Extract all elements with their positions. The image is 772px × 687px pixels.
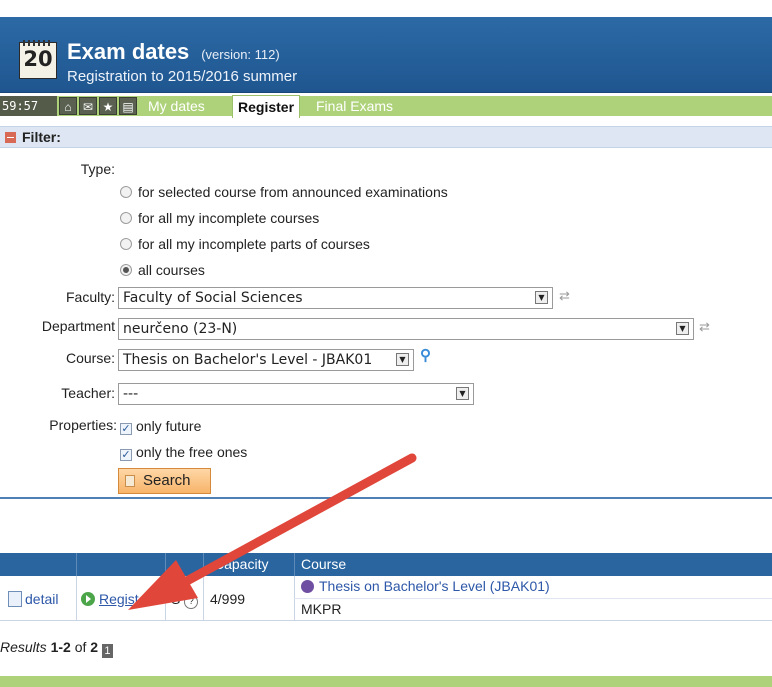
search-button[interactable]: Search (118, 468, 211, 494)
chevron-down-icon[interactable]: ▼ (456, 387, 469, 400)
radio-label: for selected course from announced exami… (138, 184, 448, 200)
department-label: Department (41, 318, 115, 334)
calendar-icon: 20 (19, 40, 57, 79)
course-link[interactable]: Thesis on Bachelor's Level (JBAK01) (319, 578, 550, 594)
page-title-text: Exam dates (67, 39, 190, 64)
chevron-down-icon[interactable]: ▼ (535, 291, 548, 304)
column-course[interactable]: Course (301, 553, 346, 576)
tab-register[interactable]: Register (232, 95, 301, 118)
course-label: Course: (65, 350, 115, 366)
checkbox-checked[interactable]: ✓ (120, 423, 132, 435)
radio-label: for all my incomplete parts of courses (138, 236, 370, 252)
checkbox-label: only future (136, 418, 202, 434)
filter-header[interactable]: Filter: (0, 126, 772, 148)
page-button[interactable]: 1 (101, 644, 113, 658)
course-cell: Thesis on Bachelor's Level (JBAK01) (301, 578, 550, 594)
radio-label: for all my incomplete courses (138, 210, 320, 226)
register-link-text[interactable]: Register (99, 591, 151, 607)
properties-label: Properties: (49, 417, 117, 433)
results-summary: Results 1-2 of 2 1 (0, 639, 113, 658)
register-link[interactable]: Register (81, 591, 151, 607)
faculty-select[interactable]: Faculty of Social Sciences ▼ (118, 287, 553, 309)
page-title: Exam dates (version: 112) (67, 39, 280, 65)
teacher-select[interactable]: --- ▼ (118, 383, 474, 405)
radio-button[interactable] (120, 238, 132, 250)
checkbox-checked[interactable]: ✓ (120, 449, 132, 461)
detail-link[interactable]: detail (8, 591, 58, 607)
exam-type: S ? (171, 591, 199, 609)
print-icon[interactable]: ▤ (119, 97, 137, 115)
type-option-incomplete-courses[interactable]: for all my incomplete courses (120, 210, 319, 226)
only-free-checkbox-row[interactable]: ✓ only the free ones (120, 444, 247, 461)
star-icon[interactable]: ★ (99, 97, 117, 115)
column-capacity[interactable]: Capacity (214, 553, 268, 576)
exam-type-text: S (171, 591, 181, 607)
calendar-day: 20 (23, 47, 53, 71)
course-group: MKPR (301, 601, 342, 617)
results-range: 1-2 (50, 639, 71, 655)
page-subtitle: Registration to 2015/2016 summer (67, 68, 298, 85)
bottom-bar (0, 676, 772, 687)
tab-bar: 59:57 ⌂ ✉ ★ ▤ My dates Register Final Ex… (0, 95, 772, 118)
swap-icon[interactable]: ⇄ (559, 288, 570, 304)
type-option-selected-course[interactable]: for selected course from announced exami… (120, 184, 448, 200)
home-icon[interactable]: ⌂ (59, 97, 77, 115)
results-of: of (74, 639, 87, 655)
chevron-down-icon[interactable]: ▼ (676, 322, 689, 335)
results-table-header: Capacity Course (0, 553, 772, 576)
capacity-value: 4/999 (210, 591, 246, 607)
faculty-value: Faculty of Social Sciences (123, 290, 303, 306)
filter-title: Filter: (22, 129, 61, 145)
course-value: Thesis on Bachelor's Level - JBAK01 (123, 352, 373, 368)
type-option-incomplete-parts[interactable]: for all my incomplete parts of courses (120, 236, 370, 252)
chevron-down-icon[interactable]: ▼ (396, 353, 409, 366)
teacher-value: --- (123, 386, 139, 402)
version-label: (version: 112) (201, 47, 280, 62)
collapse-icon[interactable] (5, 132, 16, 143)
document-icon (8, 591, 22, 607)
results-total: 2 (90, 639, 99, 655)
search-button-icon (125, 475, 135, 487)
radio-button-selected[interactable] (120, 264, 132, 276)
find-course-icon[interactable]: ⚲ (420, 346, 431, 364)
go-icon (81, 592, 95, 606)
radio-label: all courses (138, 262, 205, 278)
department-value: neurčeno (23-N) (123, 321, 238, 337)
app-header: 20 Exam dates (version: 112) Registratio… (0, 17, 772, 93)
tab-final-exams[interactable]: Final Exams (311, 96, 398, 116)
mail-icon[interactable]: ✉ (79, 97, 97, 115)
teacher-label: Teacher: (61, 385, 115, 401)
search-button-label: Search (143, 472, 191, 489)
section-divider (0, 497, 772, 499)
faculty-label: Faculty: (65, 289, 115, 305)
help-icon[interactable]: ? (184, 595, 199, 609)
course-select[interactable]: Thesis on Bachelor's Level - JBAK01 ▼ (118, 349, 414, 371)
checkbox-label: only the free ones (136, 444, 248, 460)
results-prefix: Results (0, 639, 47, 655)
department-select[interactable]: neurčeno (23-N) ▼ (118, 318, 694, 340)
only-future-checkbox-row[interactable]: ✓ only future (120, 418, 201, 435)
swap-icon[interactable]: ⇄ (699, 319, 710, 335)
radio-button[interactable] (120, 212, 132, 224)
tab-my-dates[interactable]: My dates (143, 96, 210, 116)
course-icon (301, 580, 314, 593)
detail-link-text[interactable]: detail (25, 591, 58, 607)
radio-button[interactable] (120, 186, 132, 198)
session-timer: 59:57 (0, 96, 57, 116)
type-label: Type: (80, 161, 115, 177)
type-option-all-courses[interactable]: all courses (120, 262, 205, 278)
